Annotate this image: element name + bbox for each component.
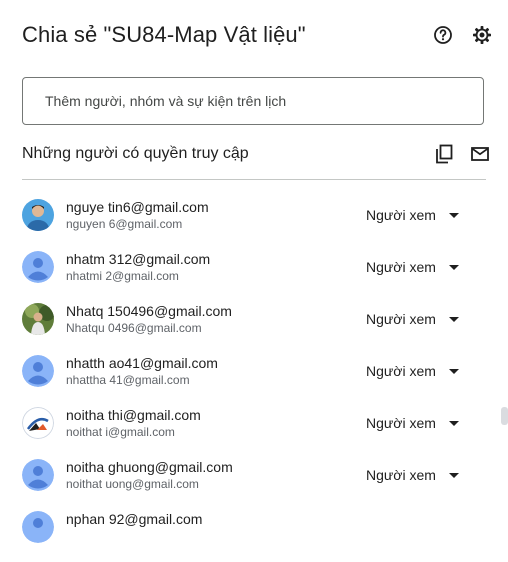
role-label: Người xem bbox=[366, 415, 436, 431]
role-dropdown[interactable]: Người xem bbox=[360, 254, 468, 280]
user-email: noitha thi@gmail.com bbox=[66, 407, 201, 423]
dropdown-caret-icon bbox=[449, 369, 459, 374]
default-avatar-icon bbox=[22, 355, 54, 387]
divider bbox=[22, 179, 486, 180]
user-email: nhatth ao41@gmail.com bbox=[66, 355, 218, 371]
default-avatar-icon bbox=[22, 251, 54, 283]
user-sub-email: nhatmi 2@gmail.com bbox=[66, 269, 179, 283]
user-sub-email: nguyen 6@gmail.com bbox=[66, 217, 183, 231]
dropdown-caret-icon bbox=[449, 317, 459, 322]
people-row: noitha ghuong@gmail.com noithat uong@gma… bbox=[0, 458, 508, 510]
people-row: noitha thi@gmail.com noithat i@gmail.com… bbox=[0, 406, 508, 458]
role-label: Người xem bbox=[366, 259, 436, 275]
role-dropdown[interactable]: Người xem bbox=[360, 462, 468, 488]
dropdown-caret-icon bbox=[449, 265, 459, 270]
user-avatar bbox=[22, 303, 54, 335]
user-sub-email: nhattha 41@gmail.com bbox=[66, 373, 190, 387]
role-dropdown[interactable]: Người xem bbox=[360, 306, 468, 332]
user-sub-email: noithat uong@gmail.com bbox=[66, 477, 199, 491]
user-sub-email: noithat i@gmail.com bbox=[66, 425, 175, 439]
dialog-title: Chia sẻ "SU84-Map Vật liệu" bbox=[22, 22, 306, 47]
user-email: Nhatq 150496@gmail.com bbox=[66, 303, 232, 319]
default-avatar-icon bbox=[22, 511, 54, 543]
user-email: noitha ghuong@gmail.com bbox=[66, 459, 233, 475]
dropdown-caret-icon bbox=[449, 213, 459, 218]
role-label: Người xem bbox=[366, 311, 436, 327]
people-row: nhatm 312@gmail.com nhatmi 2@gmail.com N… bbox=[0, 250, 508, 302]
user-avatar bbox=[22, 199, 54, 231]
default-avatar-icon bbox=[22, 459, 54, 491]
user-sub-email: Nhatqu 0496@gmail.com bbox=[66, 321, 202, 335]
add-people-input[interactable] bbox=[43, 92, 483, 110]
role-dropdown[interactable]: Người xem bbox=[360, 202, 468, 228]
people-row: Nhatq 150496@gmail.com Nhatqu 0496@gmail… bbox=[0, 302, 508, 354]
role-label: Người xem bbox=[366, 363, 436, 379]
user-email: nphan 92@gmail.com bbox=[66, 511, 203, 527]
user-email: nhatm 312@gmail.com bbox=[66, 251, 211, 267]
role-dropdown[interactable]: Người xem bbox=[360, 358, 468, 384]
add-people-field[interactable] bbox=[22, 77, 484, 125]
copy-icon[interactable] bbox=[433, 143, 455, 165]
section-title: Những người có quyền truy cập bbox=[22, 145, 249, 162]
gear-icon[interactable] bbox=[472, 25, 492, 45]
mail-icon[interactable] bbox=[469, 143, 491, 165]
user-email: nguye tin6@gmail.com bbox=[66, 199, 209, 215]
logo-avatar-icon bbox=[22, 407, 54, 439]
people-row: nhatth ao41@gmail.com nhattha 41@gmail.c… bbox=[0, 354, 508, 406]
scrollbar-thumb[interactable] bbox=[501, 407, 508, 425]
role-label: Người xem bbox=[366, 467, 436, 483]
role-dropdown[interactable]: Người xem bbox=[360, 410, 468, 436]
role-label: Người xem bbox=[366, 207, 436, 223]
people-row: nphan 92@gmail.com bbox=[0, 510, 508, 562]
dropdown-caret-icon bbox=[449, 421, 459, 426]
dropdown-caret-icon bbox=[449, 473, 459, 478]
people-row: nguye tin6@gmail.com nguyen 6@gmail.com … bbox=[0, 198, 508, 250]
help-icon[interactable] bbox=[433, 25, 453, 45]
